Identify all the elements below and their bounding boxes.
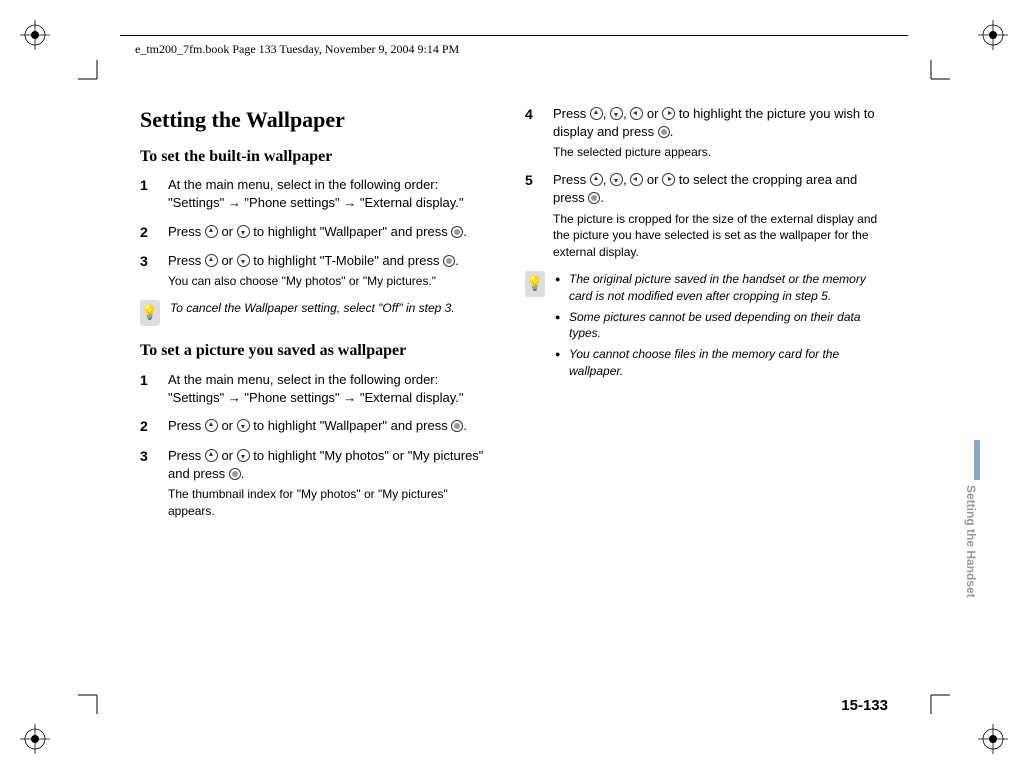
corner-mark [930, 60, 950, 80]
nav-up-icon [205, 419, 218, 432]
crop-mark-br [958, 704, 1008, 754]
center-button-icon [451, 226, 463, 238]
step-num: 3 [140, 447, 168, 520]
crop-mark-tl [20, 20, 70, 70]
step-2b: 2 Press or to highlight "Wallpaper" and … [140, 417, 495, 437]
step-text: Press or to highlight "Wallpaper" and pr… [168, 223, 495, 243]
step-num: 3 [140, 252, 168, 290]
tab-color-block [974, 440, 980, 480]
nav-up-icon [205, 449, 218, 462]
nav-up-icon [205, 225, 218, 238]
step-3: 3 Press or to highlight "T-Mobile" and p… [140, 252, 495, 290]
center-button-icon [229, 468, 241, 480]
nav-left-icon [630, 107, 643, 120]
tip-box-2: 💡 The original picture saved in the hand… [525, 271, 880, 384]
left-column: Setting the Wallpaper To set the built-i… [140, 105, 495, 529]
step-text: Press or to highlight "T-Mobile" and pre… [168, 252, 495, 290]
side-tab: Setting the Handset [962, 440, 980, 620]
step-subtext: The selected picture appears. [553, 144, 880, 161]
center-button-icon [451, 420, 463, 432]
nav-down-icon [237, 419, 250, 432]
step-4: 4 Press , , or to highlight the picture … [525, 105, 880, 161]
step-num: 2 [140, 417, 168, 437]
subsection-2: To set a picture you saved as wallpaper [140, 340, 495, 362]
right-column: 4 Press , , or to highlight the picture … [525, 105, 880, 529]
step-num: 1 [140, 176, 168, 212]
step-text: Press or to highlight "Wallpaper" and pr… [168, 417, 495, 437]
page-number: 15-133 [841, 697, 888, 714]
tip-bullet: The original picture saved in the handse… [555, 271, 880, 305]
section-title: Setting the Wallpaper [140, 105, 495, 136]
step-subtext: The picture is cropped for the size of t… [553, 211, 880, 261]
center-button-icon [658, 126, 670, 138]
step-5: 5 Press , , or to select the cropping ar… [525, 171, 880, 261]
nav-right-icon [662, 173, 675, 186]
step-text: At the main menu, select in the followin… [168, 371, 495, 407]
nav-down-icon [237, 449, 250, 462]
step-3b: 3 Press or to highlight "My photos" or "… [140, 447, 495, 520]
step-1: 1 At the main menu, select in the follow… [140, 176, 495, 212]
nav-down-icon [610, 173, 623, 186]
tab-label: Setting the Handset [964, 485, 978, 598]
step-num: 5 [525, 171, 553, 261]
tip-text: To cancel the Wallpaper setting, select … [170, 300, 455, 317]
step-text: Press , , or to select the cropping area… [553, 171, 880, 261]
header-rule [120, 35, 908, 36]
step-1b: 1 At the main menu, select in the follow… [140, 371, 495, 407]
nav-right-icon [662, 107, 675, 120]
crop-mark-bl [20, 704, 70, 754]
corner-mark [78, 60, 98, 80]
step-text: Press , , or to highlight the picture yo… [553, 105, 880, 161]
subsection-1: To set the built-in wallpaper [140, 146, 495, 168]
nav-down-icon [237, 225, 250, 238]
step-text: At the main menu, select in the followin… [168, 176, 495, 212]
step-text: Press or to highlight "My photos" or "My… [168, 447, 495, 520]
nav-up-icon [205, 254, 218, 267]
step-num: 1 [140, 371, 168, 407]
nav-down-icon [237, 254, 250, 267]
crop-mark-tr [958, 20, 1008, 70]
step-subtext: The thumbnail index for "My photos" or "… [168, 486, 495, 520]
nav-left-icon [630, 173, 643, 186]
nav-up-icon [590, 107, 603, 120]
lightbulb-icon: 💡 [140, 300, 160, 326]
tip-bullet: You cannot choose files in the memory ca… [555, 346, 880, 380]
tip-box: 💡 To cancel the Wallpaper setting, selec… [140, 300, 495, 326]
lightbulb-icon: 💡 [525, 271, 545, 297]
center-button-icon [588, 192, 600, 204]
header-text: e_tm200_7fm.book Page 133 Tuesday, Novem… [135, 42, 459, 57]
corner-mark [78, 694, 98, 714]
nav-up-icon [590, 173, 603, 186]
tip-bullets: The original picture saved in the handse… [555, 271, 880, 384]
center-button-icon [443, 255, 455, 267]
step-num: 4 [525, 105, 553, 161]
step-2: 2 Press or to highlight "Wallpaper" and … [140, 223, 495, 243]
step-subtext: You can also choose "My photos" or "My p… [168, 273, 495, 290]
step-num: 2 [140, 223, 168, 243]
nav-down-icon [610, 107, 623, 120]
tip-bullet: Some pictures cannot be used depending o… [555, 309, 880, 343]
corner-mark [930, 694, 950, 714]
